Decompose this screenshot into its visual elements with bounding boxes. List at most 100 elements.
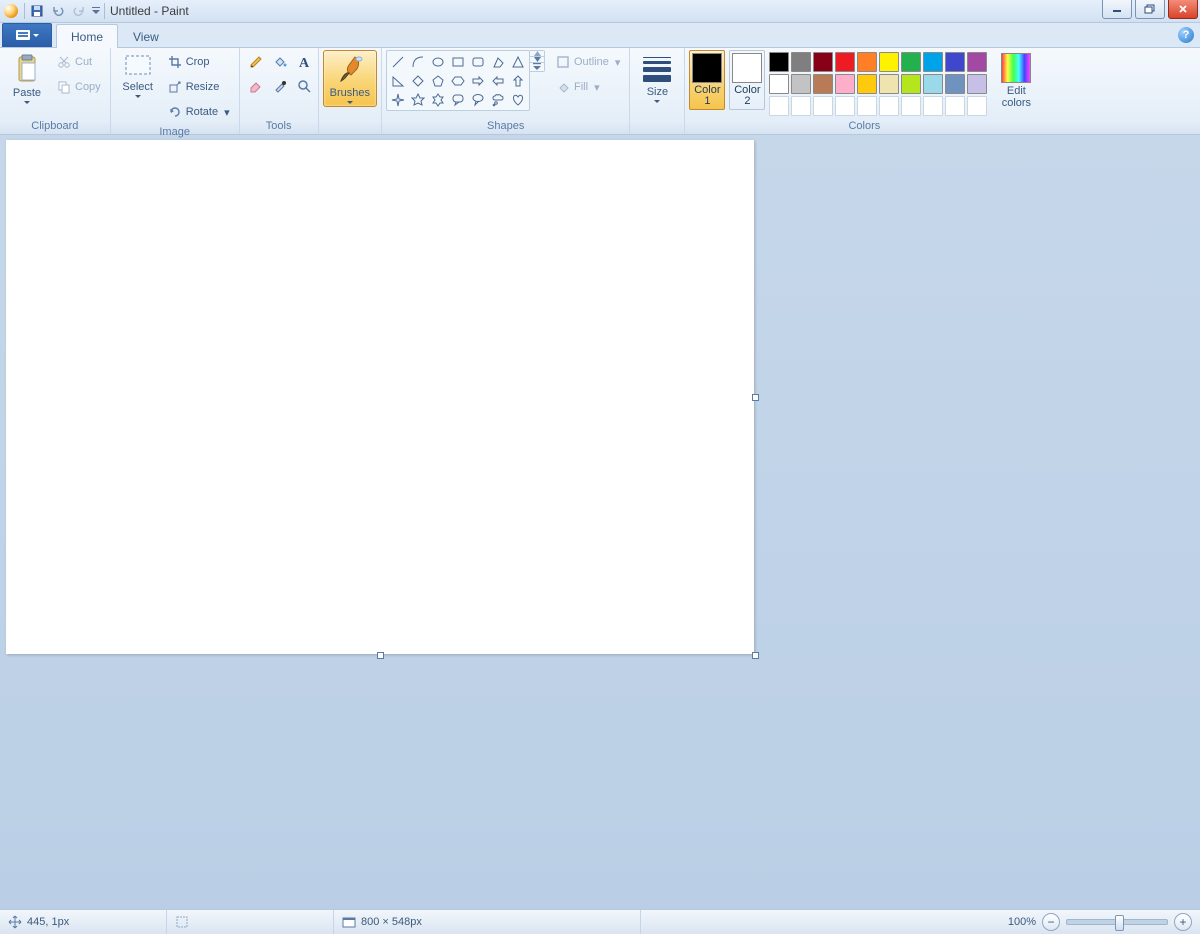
palette-color[interactable] [945,52,965,72]
qat-customize-button[interactable] [90,1,102,21]
palette-custom-slot[interactable] [945,96,965,116]
gallery-expand[interactable] [530,63,544,71]
canvas-handle-right[interactable] [752,394,759,401]
paint-window: Untitled - Paint Home View ? Paste [0,0,1200,934]
file-menu-button[interactable] [2,23,52,47]
shape-star5[interactable] [409,91,427,108]
palette-color[interactable] [967,74,987,94]
canvas-handle-corner[interactable] [752,652,759,659]
rotate-button[interactable]: Rotate ▾ [163,100,235,124]
shape-triangle[interactable] [509,53,527,70]
canvas[interactable] [6,140,754,654]
palette-color[interactable] [901,74,921,94]
shape-callout-round[interactable] [449,91,467,108]
shapes-gallery[interactable] [386,50,530,111]
magnifier-tool[interactable] [292,74,316,98]
palette-color[interactable] [813,52,833,72]
close-button[interactable] [1168,0,1198,19]
shape-oval[interactable] [429,53,447,70]
shape-arrow-right[interactable] [469,72,487,89]
shape-arrow-left[interactable] [489,72,507,89]
palette-color[interactable] [857,74,877,94]
eraser-tool[interactable] [244,74,268,98]
zoom-controls: 100% − + [1000,913,1200,931]
shape-line[interactable] [389,53,407,70]
edit-colors-button[interactable]: Edit colors [993,50,1039,112]
status-cursor-position: 445, 1px [0,910,167,934]
color2-button[interactable]: Color 2 [729,50,765,110]
palette-color[interactable] [923,52,943,72]
svg-text:A: A [299,56,310,70]
shape-right-triangle[interactable] [389,72,407,89]
resize-icon [168,80,182,94]
group-size: Size [630,48,685,134]
qat-undo-button[interactable] [48,1,68,21]
shape-roundrect[interactable] [469,53,487,70]
palette-color[interactable] [791,74,811,94]
resize-button[interactable]: Resize [163,75,235,99]
palette-color[interactable] [813,74,833,94]
shape-callout-oval[interactable] [469,91,487,108]
shape-curve[interactable] [409,53,427,70]
qat-redo-button[interactable] [69,1,89,21]
maximize-button[interactable] [1135,0,1165,19]
palette-custom-slot[interactable] [769,96,789,116]
fill-tool[interactable] [268,50,292,74]
zoom-slider[interactable] [1066,919,1168,925]
group-clipboard: Paste Cut Copy Clipboard [0,48,111,134]
minimize-button[interactable] [1102,0,1132,19]
shape-star6[interactable] [429,91,447,108]
size-button[interactable]: Size [634,50,680,106]
palette-color[interactable] [835,74,855,94]
pencil-tool[interactable] [244,50,268,74]
palette-color[interactable] [835,52,855,72]
qat-save-button[interactable] [27,1,47,21]
palette-color[interactable] [791,52,811,72]
zoom-in-button[interactable]: + [1174,913,1192,931]
palette-color[interactable] [945,74,965,94]
palette-custom-slot[interactable] [813,96,833,116]
palette-custom-slot[interactable] [923,96,943,116]
quick-access-toolbar [2,1,106,21]
crop-button[interactable]: Crop [163,50,235,74]
shape-arrow-up[interactable] [509,72,527,89]
palette-color[interactable] [967,52,987,72]
shape-diamond[interactable] [409,72,427,89]
palette-custom-slot[interactable] [835,96,855,116]
shape-polygon[interactable] [489,53,507,70]
tab-home[interactable]: Home [56,24,118,48]
shape-heart[interactable] [509,91,527,108]
tab-view[interactable]: View [118,24,174,48]
palette-color[interactable] [879,74,899,94]
paste-button[interactable]: Paste [4,50,50,107]
zoom-out-button[interactable]: − [1042,913,1060,931]
color-picker-tool[interactable] [268,74,292,98]
canvas-handle-bottom[interactable] [377,652,384,659]
shape-callout-cloud[interactable] [489,91,507,108]
app-icon[interactable] [2,2,20,20]
palette-custom-slot[interactable] [901,96,921,116]
palette-custom-slot[interactable] [967,96,987,116]
palette-custom-slot[interactable] [857,96,877,116]
select-button[interactable]: Select [115,50,161,101]
shape-rect[interactable] [449,53,467,70]
palette-custom-slot[interactable] [879,96,899,116]
palette-custom-slot[interactable] [791,96,811,116]
palette-color[interactable] [857,52,877,72]
text-tool[interactable]: A [292,50,316,74]
shape-pentagon[interactable] [429,72,447,89]
palette-color[interactable] [769,74,789,94]
zoom-level: 100% [1008,916,1036,928]
palette-color[interactable] [901,52,921,72]
palette-color[interactable] [923,74,943,94]
zoom-slider-thumb[interactable] [1115,915,1124,931]
palette-color[interactable] [769,52,789,72]
color1-button[interactable]: Color 1 [689,50,725,110]
help-button[interactable]: ? [1178,27,1194,43]
brushes-button[interactable]: Brushes [323,50,377,107]
shape-hexagon[interactable] [449,72,467,89]
shapes-gallery-scroll[interactable] [530,50,545,72]
shape-star4[interactable] [389,91,407,108]
palette-color[interactable] [879,52,899,72]
canvas-area[interactable] [0,135,1200,909]
